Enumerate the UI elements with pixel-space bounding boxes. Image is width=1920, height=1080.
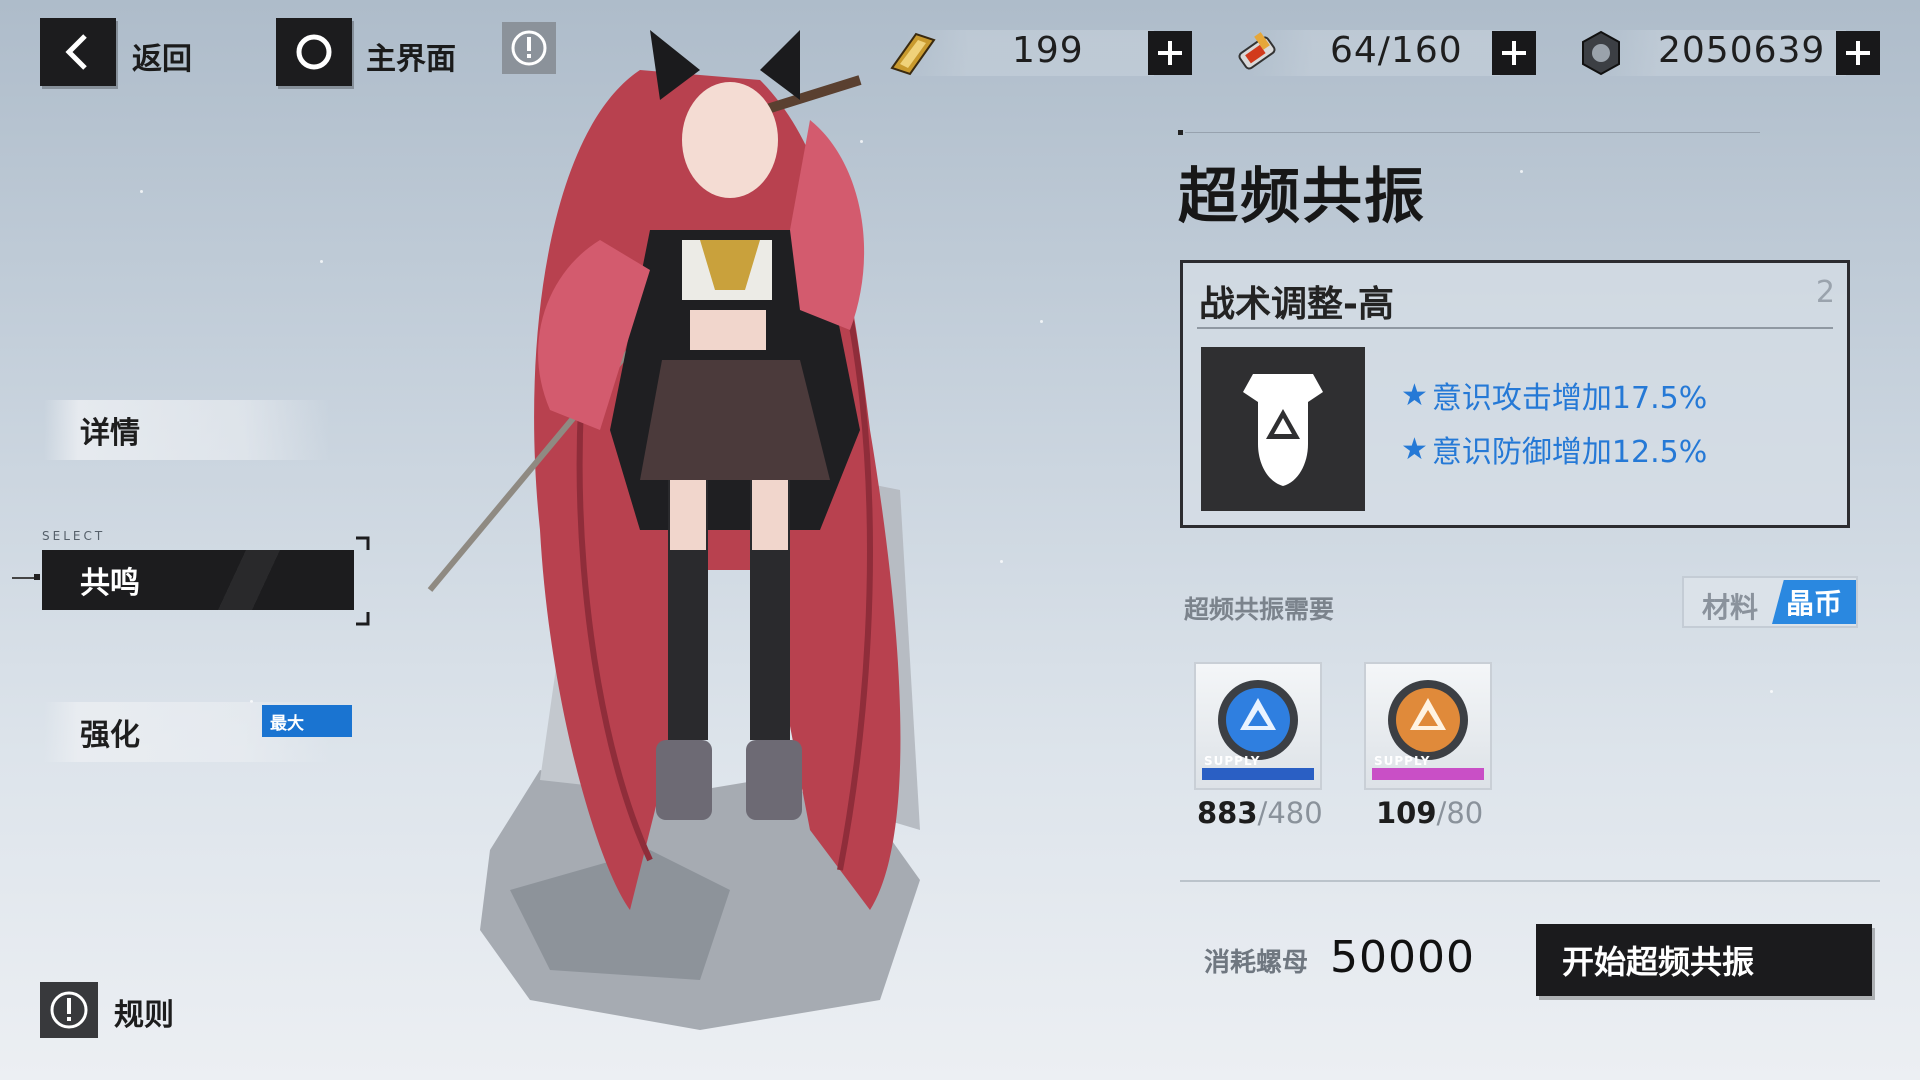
orange-supply-chip-icon [1372, 680, 1484, 780]
plus-icon [1846, 41, 1870, 65]
effect-text: 意识攻击增加17.5% [1431, 381, 1708, 416]
resource-value: 199 [1012, 30, 1084, 71]
requirements-label: 超频共振需要 [1184, 595, 1335, 624]
material-have: 883 [1197, 796, 1258, 830]
character-illustration [427, 30, 920, 1030]
resource-value: 2050639 [1658, 30, 1826, 71]
add-serum-button[interactable] [1492, 31, 1536, 75]
rules-button[interactable] [40, 982, 98, 1038]
chevron-left-icon [65, 34, 87, 70]
plus-icon [1158, 41, 1182, 65]
toggle-crystal[interactable]: 晶币 [1772, 580, 1856, 624]
cost-type-toggle[interactable]: 材料 晶币 [1682, 576, 1858, 628]
blood-serum-icon [1238, 32, 1276, 70]
snow-speck [1040, 320, 1043, 323]
resource-serum: 64/160 [1230, 28, 1530, 78]
snow-speck [1520, 170, 1523, 173]
nav-details[interactable]: 详情 [44, 400, 330, 460]
cost-label: 消耗螺母 [1204, 948, 1309, 978]
resonance-name: 战术调整-高 [1199, 284, 1394, 325]
nav-resonance-label: 共鸣 [80, 566, 140, 601]
cost-divider [1180, 880, 1880, 882]
start-overclock-button[interactable]: 开始超频共振 [1536, 924, 1872, 996]
supply-tag: SUPPLY [1204, 754, 1261, 768]
max-badge: 最大 [262, 705, 352, 737]
resonance-icon-box [1201, 347, 1365, 511]
page-title: 超频共振 [1178, 162, 1426, 232]
effect-text: 意识防御增加12.5% [1431, 435, 1708, 470]
snow-speck [1770, 690, 1773, 693]
resonance-count: 2 [1815, 275, 1835, 310]
supply-tag: SUPPLY [1374, 754, 1431, 768]
star-icon: ★ [1401, 431, 1428, 467]
nav-enhance-label: 强化 [80, 718, 140, 753]
cost-value: 50000 [1330, 932, 1475, 983]
material-count: 883/480 [1197, 796, 1323, 830]
resource-value: 64/160 [1330, 30, 1463, 71]
material-item[interactable]: SUPPLY [1194, 662, 1322, 790]
material-need: /80 [1436, 796, 1484, 830]
material-count: 109/80 [1376, 796, 1483, 830]
home-button[interactable] [276, 18, 352, 86]
effect-line: ★ 意识防御增加12.5% [1401, 427, 1707, 471]
resonance-card: 战术调整-高 2 ★ 意识攻击增加17.5% ★ 意识防御增加12.5% [1180, 260, 1850, 528]
plus-icon [1502, 41, 1526, 65]
tactical-adjust-icon [1243, 374, 1323, 486]
star-icon: ★ [1401, 377, 1428, 413]
panel-corner-dot [1178, 130, 1183, 135]
material-need: /480 [1257, 796, 1323, 830]
start-overclock-label: 开始超频共振 [1562, 943, 1755, 981]
add-energy-button[interactable] [1148, 31, 1192, 75]
material-have: 109 [1376, 796, 1437, 830]
snow-speck [140, 190, 143, 193]
back-label[interactable]: 返回 [132, 34, 192, 78]
blue-supply-chip-icon [1202, 680, 1314, 780]
panel-top-rule [1185, 132, 1760, 133]
select-tag: SELECT [42, 529, 106, 543]
toggle-material[interactable]: 材料 [1702, 586, 1758, 626]
rules-label[interactable]: 规则 [114, 990, 174, 1034]
selection-bracket-icon [356, 536, 370, 626]
nav-resonance[interactable]: 共鸣 [42, 550, 354, 610]
info-icon [50, 991, 88, 1029]
resource-nut: 2050639 [1576, 28, 1876, 78]
home-circle-icon [296, 34, 332, 70]
effect-line: ★ 意识攻击增加17.5% [1401, 373, 1707, 417]
add-nut-button[interactable] [1836, 31, 1880, 75]
select-indicator-dot [34, 574, 40, 580]
snow-speck [320, 260, 323, 263]
nav-details-label: 详情 [80, 416, 140, 451]
screw-nut-icon [1582, 30, 1620, 76]
material-item[interactable]: SUPPLY [1364, 662, 1492, 790]
back-button[interactable] [40, 18, 116, 86]
card-divider [1197, 327, 1833, 329]
